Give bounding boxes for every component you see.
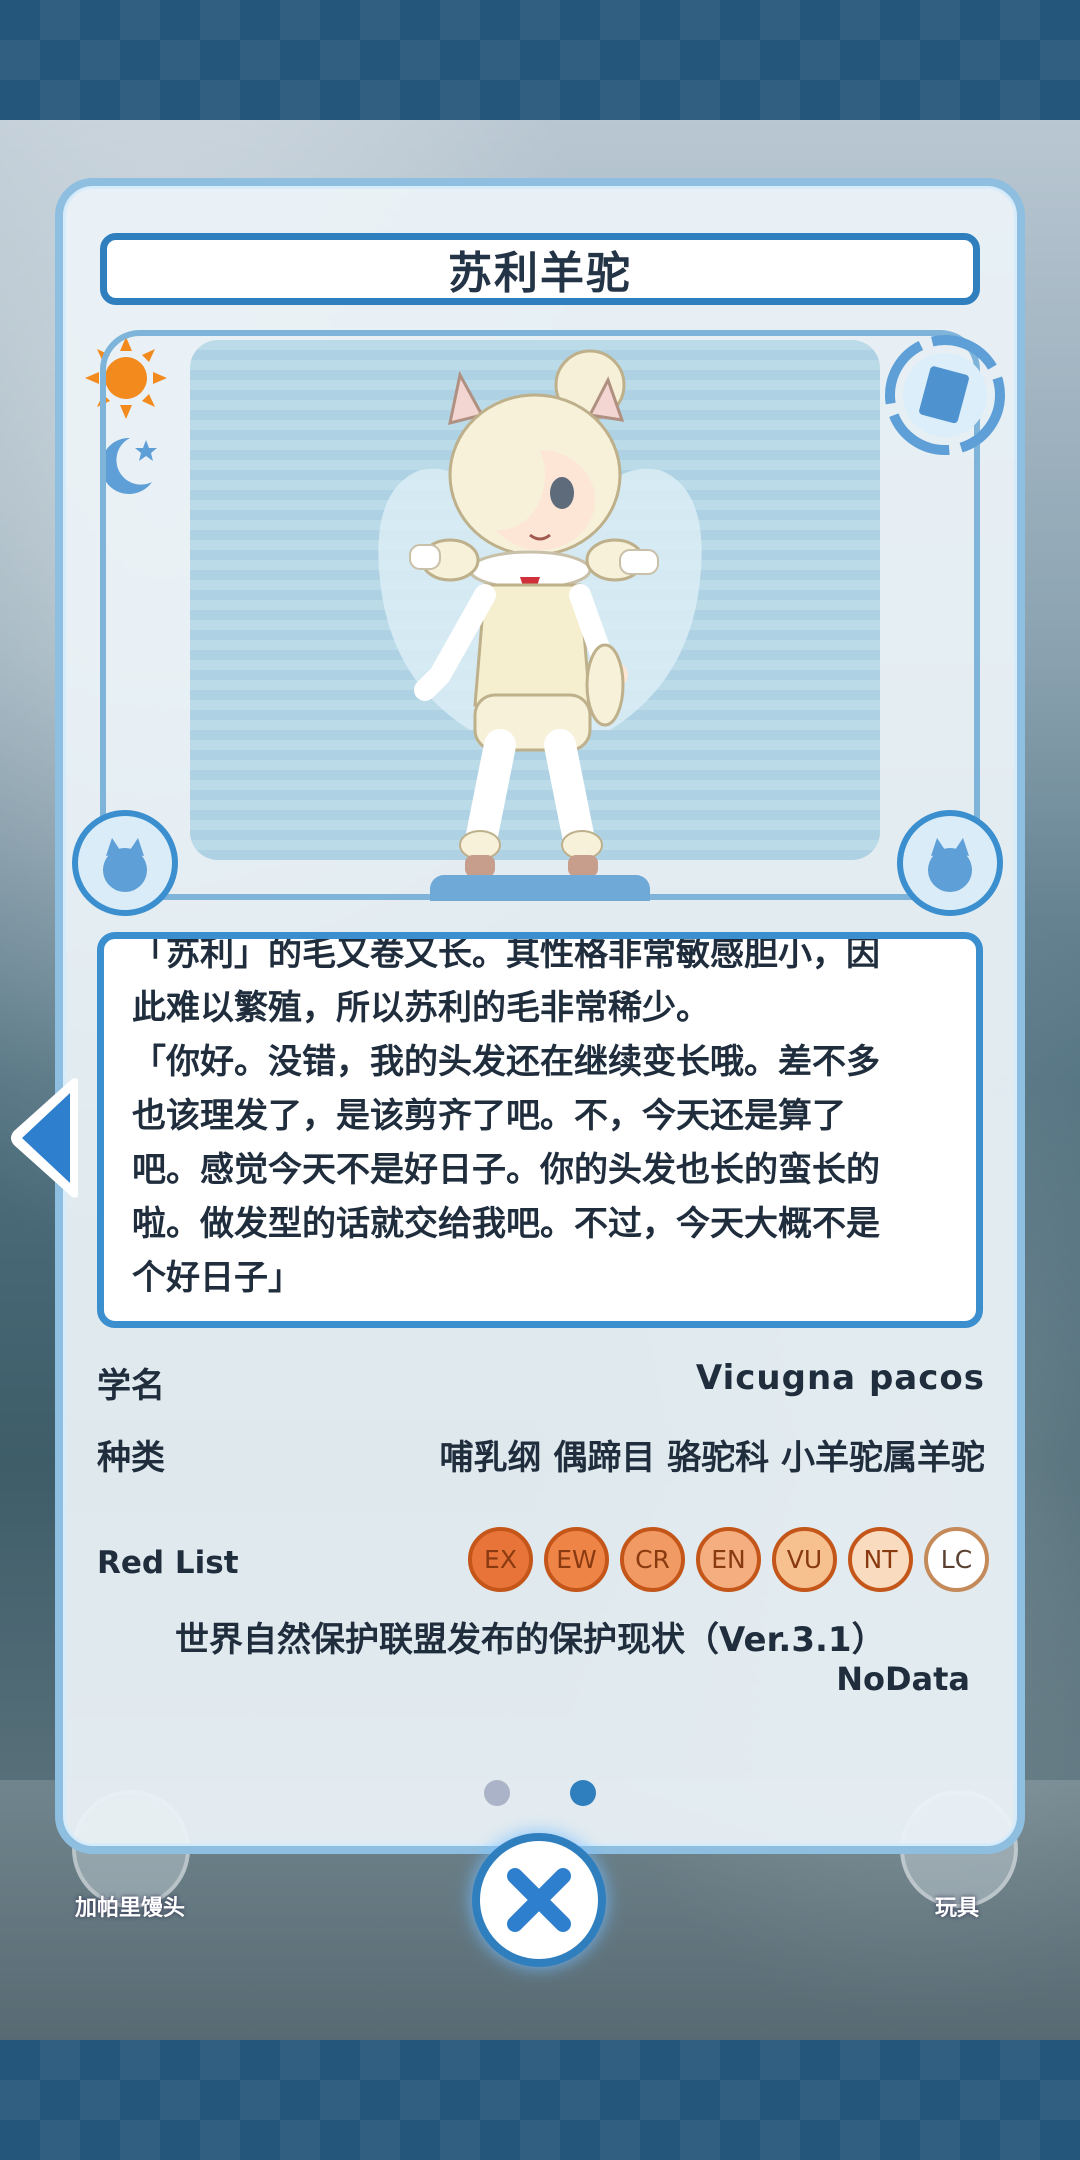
left-arrow-icon[interactable]: [6, 1075, 86, 1205]
red-list-badge-lc: LC: [924, 1527, 989, 1592]
conservation-status: NoData: [836, 1660, 970, 1698]
red-list-badge-vu: VU: [772, 1527, 837, 1592]
close-icon: [507, 1868, 571, 1932]
top-pattern-band: [0, 0, 1080, 120]
page-dot-2-active[interactable]: [570, 1780, 596, 1806]
bottom-pattern-band: [0, 2040, 1080, 2160]
description-line: 啦。做发型的话就交给我吧。不过，今天大概不是: [132, 1204, 880, 1244]
red-list-badge-nt: NT: [848, 1527, 913, 1592]
classification-label: 种类: [97, 1438, 165, 1478]
scientific-name-value: Vicugna pacos: [695, 1358, 985, 1398]
portrait-bottom-tab: [430, 875, 650, 901]
description-line: 个好日子」: [132, 1258, 302, 1298]
card-title-bar: 苏利羊驼: [100, 233, 980, 305]
red-list-badge-en: EN: [696, 1527, 761, 1592]
description-line: 也该理发了，是该剪齐了吧。不，今天还是算了: [132, 1096, 846, 1136]
description-line: 吧。感觉今天不是好日子。你的头发也长的蛮长的: [132, 1150, 880, 1190]
close-button[interactable]: [472, 1833, 606, 1967]
red-list-badge-ew: EW: [544, 1527, 609, 1592]
red-list-badges: EX EW CR EN VU NT LC: [468, 1527, 989, 1592]
description-line: 「你好。没错，我的头发还在继续变长哦。差不多: [132, 1042, 880, 1082]
iucn-note: 世界自然保护联盟发布的保护现状（Ver.3.1）: [175, 1620, 886, 1660]
description-line: 「苏利」的毛又卷又长。其性格非常敏感胆小，因: [132, 934, 880, 974]
book-icon[interactable]: [880, 330, 1010, 460]
cat-emblem-right-icon: [895, 808, 1005, 918]
description-box[interactable]: 「苏利」的毛又卷又长。其性格非常敏感胆小，因 此难以繁殖，所以苏利的毛非常稀少。…: [97, 932, 983, 1328]
page-dot-1[interactable]: [484, 1780, 510, 1806]
card-title: 苏利羊驼: [448, 248, 632, 299]
cat-emblem-left-icon: [70, 808, 180, 918]
red-list-badge-cr: CR: [620, 1527, 685, 1592]
japari-bun-label: 加帕里馒头: [75, 1896, 186, 1921]
character-illustration: [390, 345, 660, 890]
red-list-badge-ex: EX: [468, 1527, 533, 1592]
description-line: 此难以繁殖，所以苏利的毛非常稀少。: [132, 988, 710, 1028]
classification-value: 哺乳纲 偶蹄目 骆驼科 小羊驼属羊驼: [439, 1438, 985, 1478]
red-list-label: Red List: [97, 1545, 239, 1581]
toy-label: 玩具: [935, 1896, 980, 1921]
scientific-name-label: 学名: [97, 1366, 165, 1406]
